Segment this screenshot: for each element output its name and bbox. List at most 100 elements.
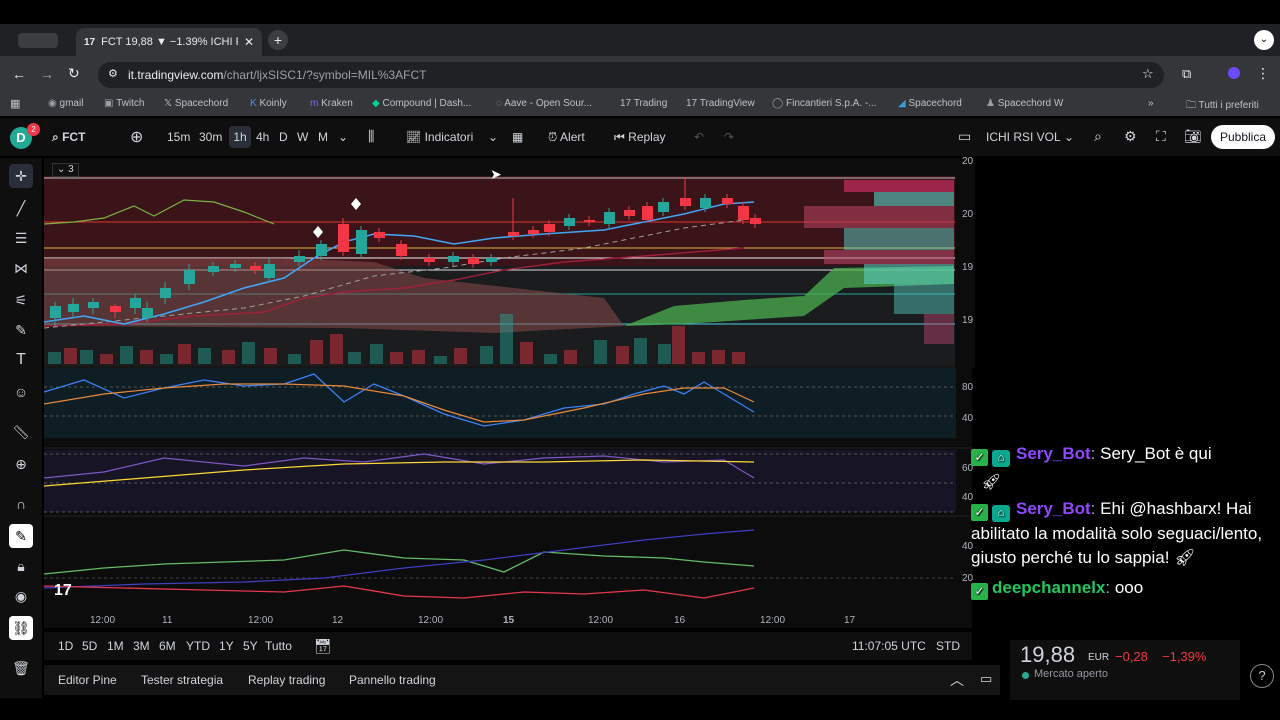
candle-type-icon[interactable]: ⫼	[368, 128, 374, 145]
apps-icon[interactable]: ▦	[10, 97, 20, 110]
alert-button[interactable]: ⏰︎ Alert	[548, 130, 585, 145]
chevron-down-icon[interactable]: ⌄	[338, 130, 348, 144]
interval-d[interactable]: D	[279, 130, 288, 144]
range-button-1d[interactable]: 1D	[58, 639, 73, 653]
browser-tab[interactable]: 17 FCT 19,88 ▼ −1.39% ICHI RSI ✕	[76, 28, 262, 56]
forward-icon[interactable]: →	[40, 66, 54, 82]
range-button-ytd[interactable]: YTD	[186, 639, 210, 653]
range-button-tutto[interactable]: Tutto	[265, 639, 292, 653]
range-button-5d[interactable]: 5D	[82, 639, 97, 653]
collapse-panel-icon[interactable]: ︿	[950, 670, 964, 690]
bookmark-compound[interactable]: ◆ Compound | Dash...	[372, 98, 471, 109]
undo-icon[interactable]: ↶	[694, 130, 704, 144]
indicators-button[interactable]: 📈︎ Indicatori	[406, 130, 473, 144]
maximize-panel-icon[interactable]: ▭	[980, 671, 992, 687]
link-icon[interactable]: ⛓	[9, 616, 33, 640]
bookmark-gmail[interactable]: ◉ gmail	[48, 98, 83, 109]
templates-icon[interactable]: ▦	[512, 130, 523, 144]
range-button-5y[interactable]: 5Y	[243, 639, 258, 653]
interval-m[interactable]: M	[318, 130, 328, 144]
back-icon[interactable]: ←	[12, 66, 26, 82]
interval-w[interactable]: W	[297, 130, 308, 144]
eye-icon[interactable]: ◉	[9, 584, 33, 608]
pattern-icon[interactable]: ⋈	[9, 256, 33, 280]
settings-icon[interactable]: ⚙	[1124, 128, 1137, 145]
chevron-down-icon[interactable]: ⌄	[488, 130, 498, 144]
candle-body	[50, 306, 61, 318]
forecast-icon[interactable]: ⚟	[9, 288, 33, 312]
bookmark-kraken[interactable]: m Kraken	[310, 98, 353, 109]
pane-legend-toggle[interactable]: ⌄ 3	[52, 163, 79, 177]
tab-trading-panel[interactable]: Pannello trading	[349, 673, 436, 687]
tab-pine-editor[interactable]: Editor Pine	[58, 673, 117, 687]
emoji-icon[interactable]: ☺	[9, 380, 33, 404]
interval-30m[interactable]: 30m	[199, 130, 222, 144]
camera-icon[interactable]: 📷︎	[1184, 128, 1202, 145]
range-button-3m[interactable]: 3M	[133, 639, 150, 653]
symbol-search[interactable]: ⌕ FCT	[52, 130, 85, 145]
more-bookmarks-icon[interactable]: »	[1148, 98, 1154, 109]
market-status-dot	[1022, 672, 1029, 679]
bookmark-spacechord-2[interactable]: ◢ Spacechord	[898, 98, 962, 109]
tab-strategy-tester[interactable]: Tester strategia	[141, 673, 223, 687]
publish-button[interactable]: Pubblica	[1211, 125, 1275, 149]
quote-currency: EUR	[1088, 652, 1110, 663]
candle-body	[264, 264, 275, 278]
tab-menu-button[interactable]: ⌄	[1254, 30, 1274, 50]
date-range-icon[interactable]: 📅︎	[314, 638, 332, 655]
crosshair-icon[interactable]: ✛	[9, 164, 33, 188]
bookmark-koinly[interactable]: K Koinly	[250, 98, 287, 109]
fib-icon[interactable]: ☰	[9, 226, 33, 250]
browser-menu-icon[interactable]: ⋮	[1256, 65, 1270, 82]
compare-add-icon[interactable]: ⊕	[130, 127, 143, 147]
price-axis-label: 19	[962, 315, 974, 326]
bookmark-twitch[interactable]: ▣ Twitch	[104, 98, 144, 109]
profile-icon[interactable]	[1228, 67, 1240, 79]
text-icon[interactable]: T	[9, 348, 33, 372]
redo-icon[interactable]: ↷	[724, 130, 734, 144]
bookmark-spacechord-w[interactable]: ♟ Spacechord W	[986, 98, 1063, 109]
extensions-icon[interactable]: ⧉	[1182, 66, 1191, 82]
trash-icon[interactable]: 🗑︎	[9, 656, 33, 680]
clock[interactable]: 11:07:05 UTC	[852, 639, 926, 653]
help-icon[interactable]: ?	[1250, 664, 1274, 688]
range-button-1m[interactable]: 1M	[107, 639, 124, 653]
chart-area[interactable]: 12:00 11 12:00 12 12:00 15 12:00 16 12:00 17 ⌄ 3 …	[44, 158, 972, 628]
url-field[interactable]: ⚙ it.tradingview.com/chart/ljxSISC1/?sym…	[98, 62, 1164, 88]
bookmark-aave[interactable]: ◌ Aave - Open Sour...	[496, 98, 592, 109]
session-button[interactable]: STD	[936, 639, 960, 653]
bookmark-spacechord[interactable]: 𝕏 Spacechord	[164, 98, 228, 109]
zoom-icon[interactable]: ⊕	[9, 452, 33, 476]
bookmark-trading[interactable]: 17 Trading	[620, 98, 667, 109]
fullscreen-icon[interactable]: ⛶	[1156, 128, 1166, 145]
range-button-1y[interactable]: 1Y	[219, 639, 234, 653]
lock-icon[interactable]: 🔒︎	[9, 554, 33, 578]
ruler-icon[interactable]: 📏︎	[9, 420, 33, 444]
layout-box-icon[interactable]: ▭	[958, 128, 971, 145]
tab-replay-trading[interactable]: Replay trading	[248, 673, 325, 687]
new-tab-button[interactable]: +	[268, 30, 288, 50]
interval-1h-active[interactable]: 1h	[229, 126, 251, 148]
site-info-icon[interactable]: ⚙	[108, 67, 118, 80]
volume-bar	[370, 344, 383, 364]
bookmark-fincantieri[interactable]: ◯ Fincantieri S.p.A. -...	[772, 98, 877, 109]
tab-search-button[interactable]	[18, 33, 58, 48]
bookmark-star-icon[interactable]: ☆	[1142, 66, 1154, 82]
interval-4h[interactable]: 4h	[256, 130, 269, 144]
quick-search-icon[interactable]: ⌕	[1094, 128, 1102, 145]
time-axis-label: 12:00	[418, 615, 443, 626]
draw-mode-icon[interactable]: ✎	[9, 524, 33, 548]
replay-button[interactable]: ⏮︎ Replay	[614, 130, 666, 145]
brush-icon[interactable]: ✎	[9, 318, 33, 342]
chevron-down-icon[interactable]: ⌄	[1064, 130, 1074, 144]
bookmark-tradingview[interactable]: 17 TradingView	[686, 98, 755, 109]
candle-body	[316, 244, 327, 256]
magnet-icon[interactable]: ∩	[9, 492, 33, 516]
trendline-icon[interactable]: ╱	[9, 196, 33, 220]
reload-icon[interactable]: ↻	[68, 65, 80, 82]
close-tab-icon[interactable]: ✕	[244, 35, 254, 49]
all-bookmarks[interactable]: 🗀 Tutti i preferiti	[1186, 98, 1259, 115]
layout-name[interactable]: ICHI RSI VOL	[986, 130, 1061, 144]
range-button-6m[interactable]: 6M	[159, 639, 176, 653]
interval-15m[interactable]: 15m	[167, 130, 190, 144]
